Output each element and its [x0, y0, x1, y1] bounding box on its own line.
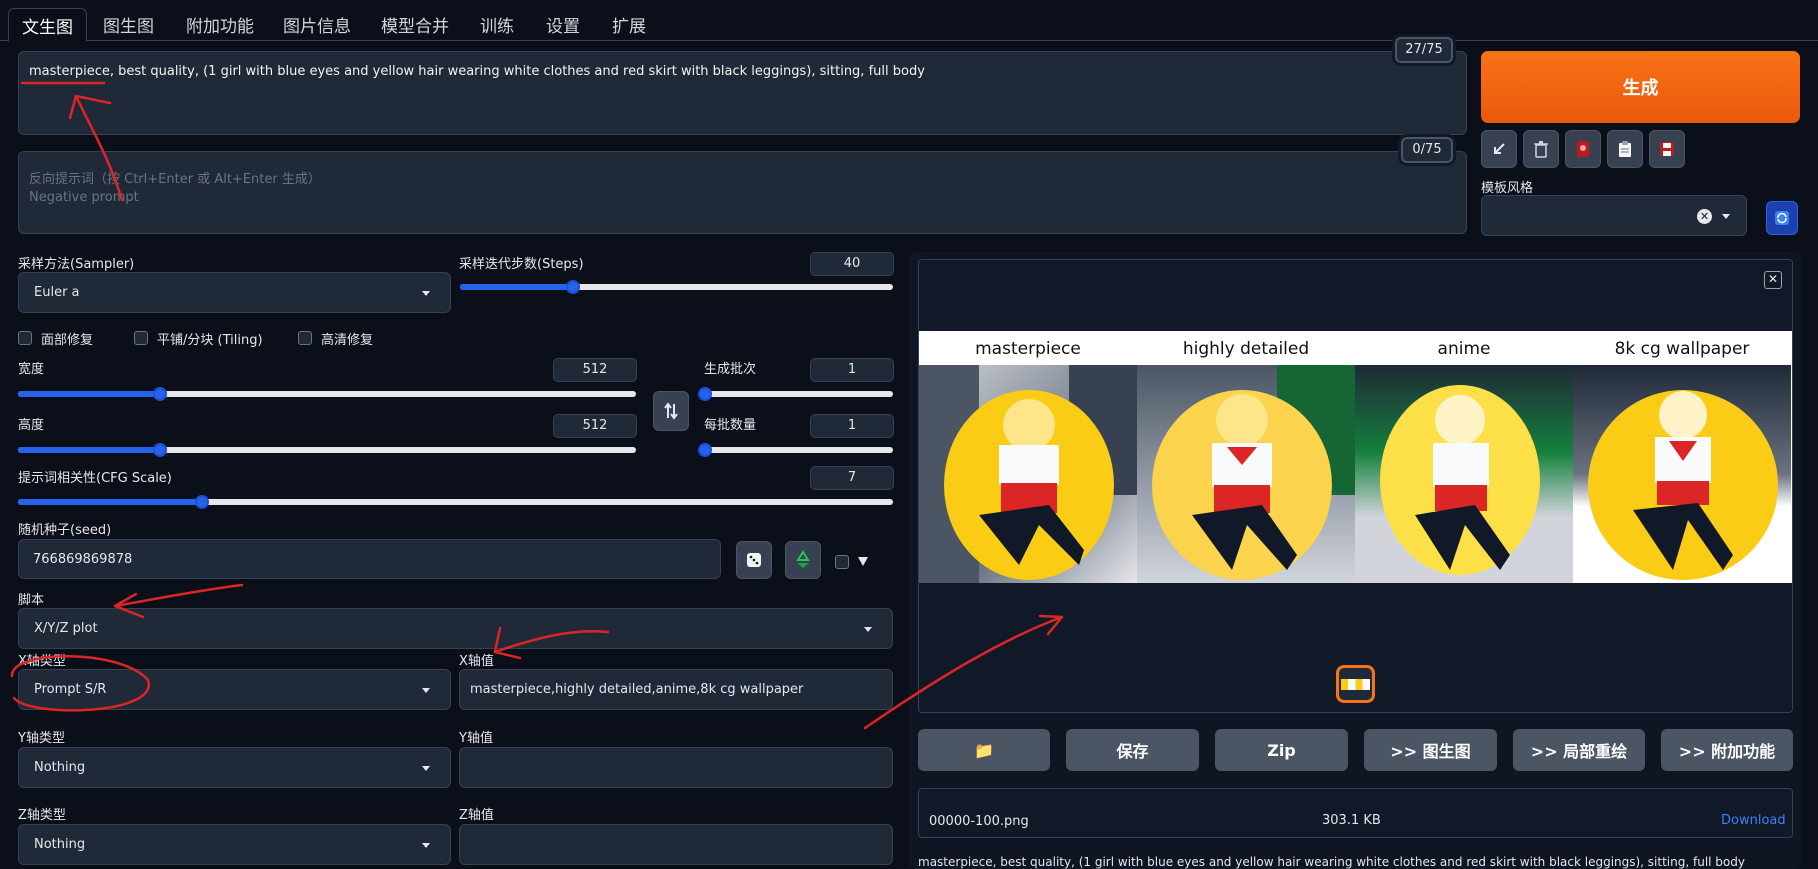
prompt-annotation-arrow — [68, 94, 124, 202]
x-type-annotation-circle — [10, 655, 150, 712]
script-annotation-arrow — [113, 583, 244, 619]
x-values-annotation-arrow — [493, 626, 610, 660]
red-annotation-overlay — [10, 81, 1064, 730]
gallery-annotation-arrow — [863, 614, 1064, 730]
